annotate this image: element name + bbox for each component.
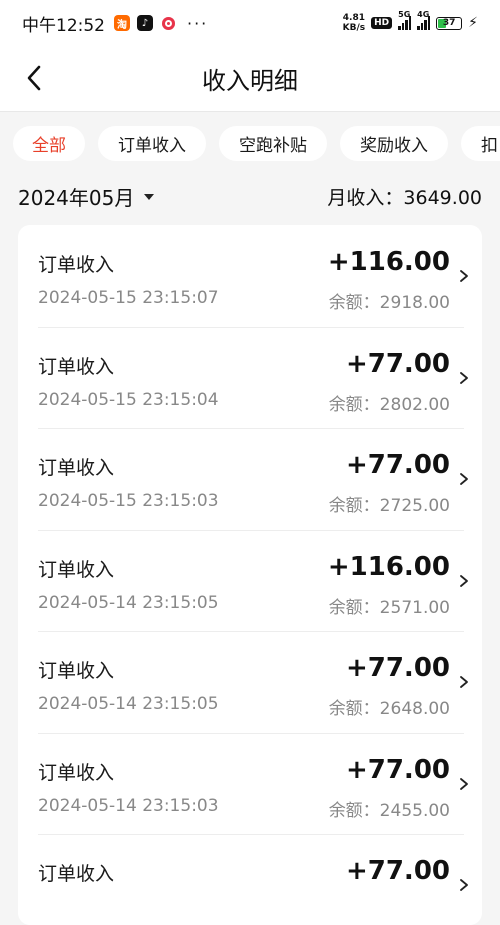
record-title: 订单收入 [38,254,115,276]
network-speed-value: 4.81 [342,13,365,23]
signal-5g-label: 5G [398,10,411,19]
record-title: 订单收入 [38,355,115,378]
record-time: 2024-05-15 23:15:04 [38,389,219,410]
record-balance: 余额：2571.00 [328,597,450,618]
list-item[interactable]: 订单收入 2024-05-15 23:15:03 +77.00 余额：2725.… [18,428,482,530]
record-time: 2024-05-14 23:15:03 [38,795,219,816]
signal-5g-icon: 5G [398,10,412,30]
filter-tabs: 全部 订单收入 空跑补贴 奖励收入 扣 [13,126,500,161]
chevron-right-icon [460,676,468,688]
tab-deduction[interactable]: 扣 [461,126,500,161]
record-title: 订单收入 [38,457,115,479]
chevron-right-icon [460,879,468,891]
red-circle-app-icon [160,15,176,31]
monthly-income-total: 月收入：3649.00 [327,186,482,209]
nav-bar: 收入明细 [0,46,500,110]
list-item[interactable]: 订单收入 2024-05-14 23:15:03 +77.00 余额：2455.… [18,732,482,835]
record-time: 2024-05-14 23:15:05 [38,592,219,613]
hd-icon: HD [371,17,393,29]
status-time: 中午12:52 [22,15,105,36]
page-title: 收入明细 [202,66,298,95]
chevron-right-icon [460,270,468,282]
list-item[interactable]: 订单收入 2024-05-15 23:15:04 +77.00 余额：2802.… [18,326,482,429]
record-amount: +77.00 [345,450,450,480]
record-balance: 余额：2725.00 [328,496,450,516]
tiktok-app-icon: ♪ [137,15,153,31]
record-balance: 余额：2918.00 [328,293,450,313]
charging-icon: ⚡ [468,15,478,31]
record-title: 订单收入 [38,761,115,784]
battery-icon: 37 [436,16,463,30]
record-amount: +77.00 [345,348,450,379]
battery-percent: 37 [442,18,456,28]
list-item[interactable]: 订单收入 2024-05-14 23:15:05 +77.00 余额：2648.… [18,631,482,733]
tab-all[interactable]: 全部 [13,126,85,161]
back-arrow-icon[interactable] [22,64,50,92]
status-left: 中午12:52 淘 ♪ ··· [22,11,208,36]
record-time: 2024-05-14 23:15:05 [38,694,219,714]
chevron-right-icon [460,574,468,587]
more-notifications-icon: ··· [187,13,209,33]
tab-reward-income[interactable]: 奖励收入 [340,126,448,161]
chevron-right-icon [460,371,468,384]
network-speed: 4.81 KB/s [343,13,365,33]
taobao-app-icon: 淘 [114,15,130,31]
nav-divider [0,111,500,112]
record-balance: 余额：2648.00 [328,699,450,719]
list-item[interactable]: 订单收入 2024-05-14 23:15:05 +116.00 余额：2571… [18,529,482,632]
record-amount: +77.00 [345,754,450,785]
record-title: 订单收入 [38,863,115,885]
signal-4g-label: 4G [417,10,430,19]
record-time: 2024-05-15 23:15:03 [38,491,219,511]
status-right: 4.81 KB/s HD 5G 4G 37 ⚡ [343,10,478,33]
record-title: 订单收入 [38,660,115,682]
list-item[interactable]: 订单收入 2024-05-15 23:15:07 +116.00 余额：2918… [18,225,482,327]
chevron-right-icon [460,473,468,485]
record-amount: +77.00 [345,856,450,886]
record-amount: +77.00 [345,653,450,683]
tab-order-income[interactable]: 订单收入 [98,126,206,161]
signal-4g-icon: 4G [417,10,431,30]
chevron-right-icon [460,777,468,790]
tab-empty-run-subsidy[interactable]: 空跑补贴 [219,126,327,161]
list-item[interactable]: 订单收入 +77.00 [18,834,482,925]
record-balance: 余额：2455.00 [328,800,450,821]
month-selector[interactable]: 2024年05月 [18,182,155,211]
record-time: 2024-05-15 23:15:07 [38,288,219,308]
status-bar: 中午12:52 淘 ♪ ··· 4.81 KB/s HD 5G 4G 37 ⚡ [0,0,500,46]
record-title: 订单收入 [38,558,115,581]
network-speed-unit: KB/s [342,23,366,33]
record-balance: 余额：2802.00 [328,394,450,415]
month-row: 2024年05月 月收入：3649.00 [18,180,482,212]
month-value: 2024年05月 [18,185,135,210]
record-amount: +116.00 [327,551,450,582]
record-amount: +116.00 [327,247,450,277]
caret-down-icon [144,194,155,200]
income-list: 订单收入 2024-05-15 23:15:07 +116.00 余额：2918… [18,225,482,925]
